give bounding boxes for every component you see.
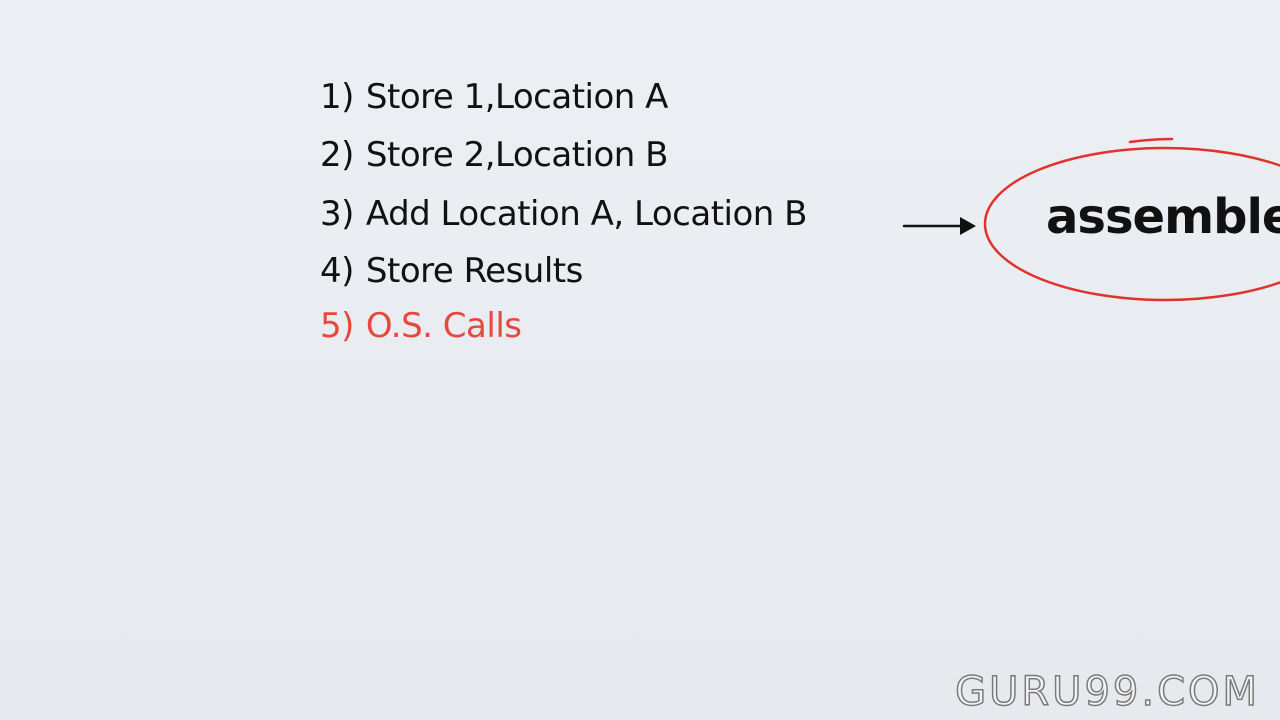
step-item-2: 2) Store 2,Location B <box>320 138 668 172</box>
step-text: O.S. Calls <box>365 306 522 346</box>
step-item-1: 1) Store 1,Location A <box>320 80 668 114</box>
step-number: 3) <box>320 194 354 234</box>
step-number: 2) <box>320 135 354 175</box>
slide-canvas: 1) Store 1,Location A 2) Store 2,Location … <box>0 0 1280 720</box>
callout-label: assembler <box>1046 189 1280 245</box>
step-text: Add Location A, Location B <box>365 194 808 234</box>
step-item-3: 3) Add Location A, Location B <box>320 197 807 231</box>
step-item-4: 4) Store Results <box>320 254 583 288</box>
step-number: 5) <box>320 306 354 346</box>
step-number: 1) <box>320 77 354 117</box>
right-arrow-icon <box>902 217 976 235</box>
step-number: 4) <box>320 251 354 291</box>
step-item-5-highlighted: 5) O.S. Calls <box>320 306 522 346</box>
step-text: Store 1,Location A <box>365 77 668 117</box>
step-text: Store 2,Location B <box>365 135 669 175</box>
step-text: Store Results <box>365 251 583 291</box>
watermark-logo: GURU99.COM <box>954 669 1260 715</box>
